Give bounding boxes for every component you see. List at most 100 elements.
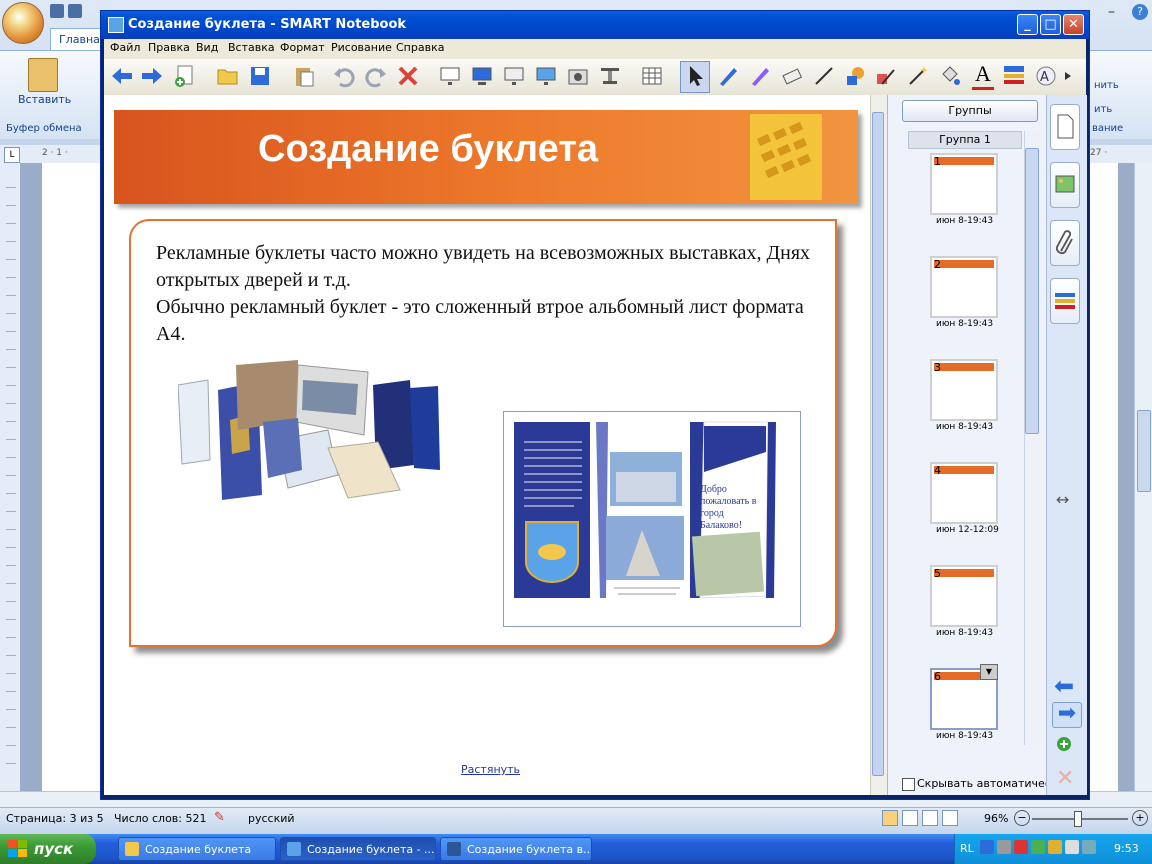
menu-view[interactable]: Вид — [196, 41, 218, 54]
ribbon-right-label[interactable]: ить — [1094, 104, 1112, 115]
delete-icon[interactable] — [396, 64, 420, 88]
sorter-scroll-thumb[interactable] — [1025, 148, 1039, 434]
properties-icon[interactable] — [1002, 64, 1026, 88]
line-tool-icon[interactable] — [812, 64, 836, 88]
undo-icon[interactable] — [332, 64, 356, 88]
save-icon[interactable] — [50, 4, 64, 18]
close-button[interactable]: ✕ — [1063, 14, 1084, 35]
forward-arrow-icon[interactable] — [140, 64, 164, 88]
view-buttons[interactable] — [882, 810, 974, 826]
add-page-icon[interactable] — [172, 64, 196, 88]
properties-tab[interactable] — [1050, 278, 1080, 324]
maximize-button[interactable]: □ — [1040, 14, 1061, 35]
attachments-tab[interactable] — [1050, 220, 1080, 266]
menu-format[interactable]: Формат — [280, 41, 325, 54]
shapes-icon[interactable] — [844, 64, 868, 88]
camera-icon[interactable] — [566, 64, 590, 88]
zoom-out-button[interactable]: − — [1014, 810, 1030, 826]
tab-home[interactable]: Главная — [50, 28, 107, 50]
transparent-bg-icon[interactable] — [502, 64, 526, 88]
status-word-count[interactable]: Число слов: 521 — [114, 812, 207, 825]
menu-edit[interactable]: Правка — [148, 41, 190, 54]
booklet-sample-image[interactable]: Добро пожаловать в город Балаково! — [503, 411, 801, 627]
groups-button[interactable]: Группы — [902, 100, 1038, 122]
pen-icon[interactable] — [716, 64, 740, 88]
next-page-icon[interactable]: ➡ — [1052, 702, 1082, 728]
resize-handle-icon[interactable]: ↔ — [1056, 490, 1069, 509]
paste-button-label[interactable]: Вставить — [18, 93, 71, 106]
ribbon-right-label[interactable]: нить — [1094, 80, 1119, 91]
creative-pen-icon[interactable] — [748, 64, 772, 88]
notebook-app-icon — [108, 17, 124, 33]
slide-paragraph: Рекламные буклеты часто можно увидеть на… — [156, 242, 811, 291]
shape-pen-icon[interactable] — [874, 64, 898, 88]
zoom-slider-handle[interactable] — [1074, 811, 1082, 827]
previous-page-icon[interactable]: ⬅ — [1054, 672, 1074, 700]
office-button[interactable] — [2, 2, 44, 44]
document-camera-icon[interactable] — [598, 64, 622, 88]
table-icon[interactable] — [640, 64, 664, 88]
eraser-icon[interactable] — [780, 64, 804, 88]
zoom-level[interactable]: 96% — [984, 812, 1008, 825]
save-icon[interactable] — [248, 64, 272, 88]
canvas-scroll-thumb[interactable] — [872, 112, 884, 776]
select-pointer-icon[interactable] — [684, 64, 708, 88]
taskbar-word[interactable]: Создание буклета в... — [440, 837, 592, 861]
font-dropdown-icon[interactable]: A — [1034, 64, 1058, 88]
taskbar-folder[interactable]: Создание буклета — [118, 837, 276, 861]
tray-app-icon[interactable] — [1048, 840, 1062, 854]
keyboard-image[interactable] — [750, 114, 822, 200]
magic-pen-icon[interactable] — [906, 64, 930, 88]
menu-help[interactable]: Справка — [396, 41, 444, 54]
status-language[interactable]: русский — [248, 812, 295, 825]
undo-icon[interactable] — [68, 4, 82, 18]
help-icon[interactable]: ? — [1132, 4, 1148, 20]
stretch-link[interactable]: Растянуть — [461, 763, 520, 776]
page-sorter-tab[interactable] — [1050, 104, 1080, 150]
tray-antivirus-icon[interactable] — [1014, 840, 1028, 854]
tray-icons[interactable] — [980, 840, 1104, 858]
reading-view-icon[interactable] — [902, 810, 918, 826]
tray-network-icon[interactable] — [997, 840, 1011, 854]
paste-icon[interactable] — [292, 64, 316, 88]
fill-icon[interactable] — [938, 64, 962, 88]
clock[interactable]: 9:53 — [1114, 842, 1139, 855]
autohide-checkbox[interactable] — [902, 778, 915, 791]
outline-view-icon[interactable] — [942, 810, 958, 826]
language-indicator[interactable]: RL — [960, 842, 974, 855]
menu-file[interactable]: Файл — [110, 41, 140, 54]
word-scroll-thumb[interactable] — [1137, 410, 1151, 492]
toolbar-overflow-icon[interactable] — [1062, 64, 1074, 88]
menu-insert[interactable]: Вставка — [228, 41, 275, 54]
tab-selector[interactable]: L — [4, 147, 20, 163]
delete-page-icon[interactable]: ✕ — [1056, 766, 1074, 791]
menu-draw[interactable]: Рисование — [331, 41, 392, 54]
thumb-menu-dropdown-icon[interactable]: ▼ — [980, 664, 998, 680]
screen-shade-icon[interactable] — [438, 64, 462, 88]
zoom-in-button[interactable]: + — [1132, 810, 1148, 826]
paste-icon[interactable] — [28, 58, 58, 92]
slide-text[interactable]: Рекламные буклеты часто можно увидеть на… — [156, 240, 816, 348]
tray-app-icon[interactable] — [1031, 840, 1045, 854]
gallery-tab[interactable] — [1050, 162, 1080, 208]
back-arrow-icon[interactable] — [110, 64, 134, 88]
spellcheck-icon[interactable]: ✎ — [214, 810, 225, 825]
open-folder-icon[interactable] — [216, 64, 240, 88]
taskbar-notebook[interactable]: Создание буклета - ... — [280, 837, 436, 861]
group-label[interactable]: Группа 1 — [908, 131, 1022, 149]
slide-title[interactable]: Создание буклета — [114, 128, 742, 171]
tray-app-icon[interactable] — [1082, 840, 1096, 854]
volume-icon[interactable] — [1065, 840, 1079, 854]
minimize-button[interactable]: _ — [1017, 14, 1038, 35]
full-screen-icon[interactable] — [470, 64, 494, 88]
status-page[interactable]: Страница: 3 из 5 — [6, 812, 104, 825]
print-layout-icon[interactable] — [882, 810, 898, 826]
add-page-icon[interactable] — [1056, 736, 1072, 752]
tray-arrow-icon[interactable] — [980, 840, 994, 854]
text-tool-icon[interactable]: A — [972, 62, 994, 90]
display-screen-icon[interactable] — [534, 64, 558, 88]
redo-icon[interactable] — [364, 64, 388, 88]
booklets-photo[interactable] — [178, 360, 454, 500]
web-view-icon[interactable] — [922, 810, 938, 826]
word-minimize-button[interactable]: – — [1108, 4, 1115, 20]
